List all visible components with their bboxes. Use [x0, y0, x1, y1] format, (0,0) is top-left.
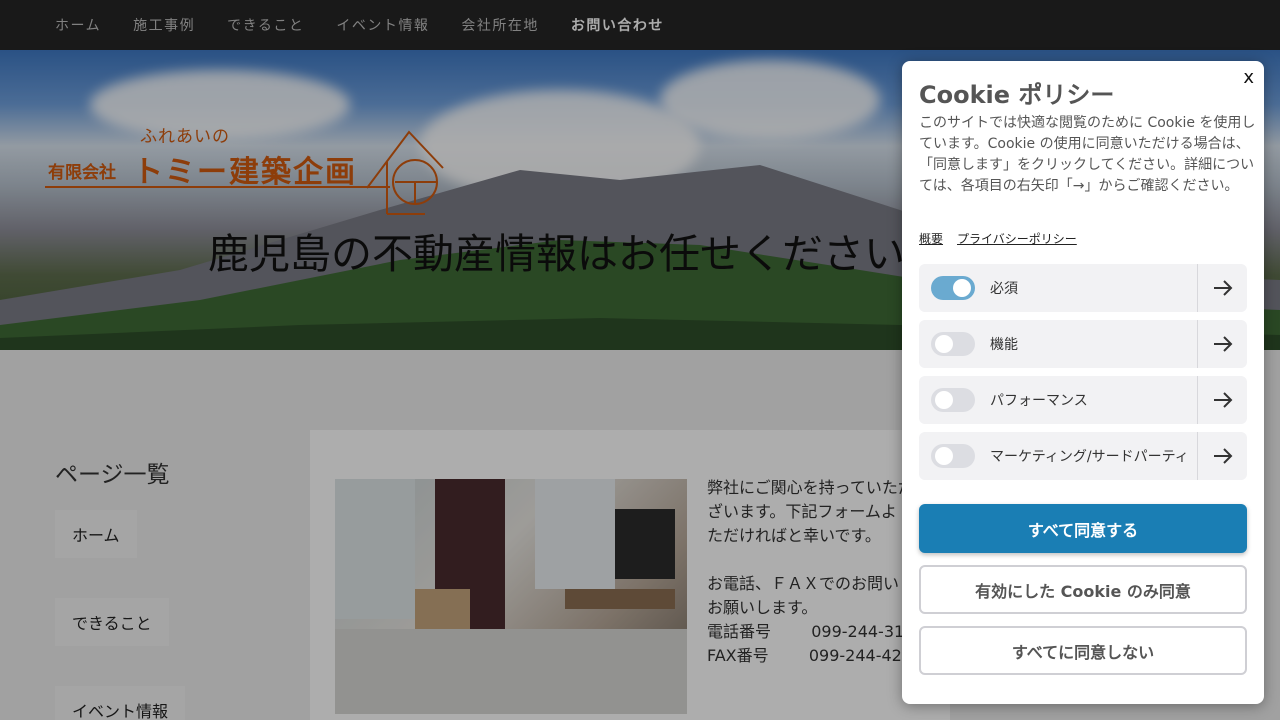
house-icon — [366, 130, 444, 215]
fax-row: FAX番号 099-244-4295 — [707, 644, 922, 668]
functional-toggle[interactable] — [931, 332, 975, 356]
sidebar-item-events[interactable]: イベント情報 — [55, 686, 186, 720]
cookie-category-marketing: マーケティング/サードパーティ — [919, 432, 1247, 480]
logo-underline — [45, 186, 390, 188]
sidebar-item-home[interactable]: ホーム — [55, 510, 137, 558]
cookie-title: Cookie ポリシー — [919, 81, 1115, 109]
arrow-right-icon[interactable] — [1197, 264, 1247, 312]
reject-all-button[interactable]: すべてに同意しない — [919, 626, 1247, 675]
content-line-2: ざいます。下記フォームよ — [707, 502, 897, 521]
top-nav: ホーム 施工事例 できること イベント情報 会社所在地 お問い合わせ — [0, 0, 1280, 50]
arrow-right-icon[interactable] — [1197, 320, 1247, 368]
cookie-category-functional: 機能 — [919, 320, 1247, 368]
toggle-knob — [953, 279, 971, 297]
cookie-dialog: x Cookie ポリシー このサイトでは快適な閲覧のために Cookie を使… — [902, 61, 1264, 704]
logo-company-name: トミー建築企画 — [133, 155, 357, 190]
phone-row: 電話番号 099-244-3151 — [707, 620, 925, 644]
performance-toggle[interactable] — [931, 388, 975, 412]
toggle-knob — [935, 447, 953, 465]
overview-link[interactable]: 概要 — [919, 230, 943, 247]
office-photo-illustration — [335, 479, 687, 714]
close-button[interactable]: x — [1243, 67, 1254, 88]
category-label: マーケティング/サードパーティ — [990, 449, 1189, 465]
content-line-1: 弊社にご関心を持っていただ — [707, 478, 914, 497]
logo-company-prefix: 有限会社 — [48, 163, 116, 183]
content-line-3: ただければと幸いです。 — [707, 526, 881, 545]
nav-item-location[interactable]: 会社所在地 — [461, 15, 539, 35]
category-label: パフォーマンス — [990, 393, 1088, 409]
nav-item-services[interactable]: できること — [227, 15, 304, 35]
phone-label: 電話番号 — [707, 622, 772, 641]
nav-item-home[interactable]: ホーム — [55, 15, 101, 35]
fax-label: FAX番号 — [707, 646, 769, 665]
company-logo[interactable]: ふれあいの 有限会社 トミー建築企画 — [45, 122, 445, 222]
toggle-knob — [935, 391, 953, 409]
arrow-right-icon[interactable] — [1197, 376, 1247, 424]
nav-item-contact[interactable]: お問い合わせ — [571, 15, 664, 35]
nav-item-events[interactable]: イベント情報 — [336, 15, 429, 35]
cookie-category-required: 必須 — [919, 264, 1247, 312]
hero-headline: 鹿児島の不動産情報はお任せください — [208, 230, 905, 278]
toggle-knob — [935, 335, 953, 353]
phone-intro-line-1: お電話、ＦＡＸでのお問い — [707, 574, 900, 593]
cookie-category-performance: パフォーマンス — [919, 376, 1247, 424]
accept-all-button[interactable]: すべて同意する — [919, 504, 1247, 553]
cookie-links: 概要 プライバシーポリシー — [919, 230, 1077, 247]
category-label: 機能 — [990, 337, 1018, 353]
required-toggle[interactable] — [931, 276, 975, 300]
phone-intro-line-2: お願いします。 — [707, 598, 818, 617]
cookie-description: このサイトでは快適な閲覧のために Cookie を使用しています。Cookie … — [919, 115, 1256, 194]
accept-enabled-button[interactable]: 有効にした Cookie のみ同意 — [919, 565, 1247, 614]
logo-tagline: ふれあいの — [140, 127, 230, 147]
category-label: 必須 — [990, 281, 1018, 297]
cloud-decoration — [660, 60, 880, 140]
privacy-policy-link[interactable]: プライバシーポリシー — [957, 230, 1077, 247]
sidebar-item-services[interactable]: できること — [55, 598, 169, 646]
office-photo — [335, 479, 687, 714]
sidebar-title: ページ一覧 — [55, 462, 170, 488]
marketing-toggle[interactable] — [931, 444, 975, 468]
nav-item-works[interactable]: 施工事例 — [133, 15, 195, 35]
arrow-right-icon[interactable] — [1197, 432, 1247, 480]
